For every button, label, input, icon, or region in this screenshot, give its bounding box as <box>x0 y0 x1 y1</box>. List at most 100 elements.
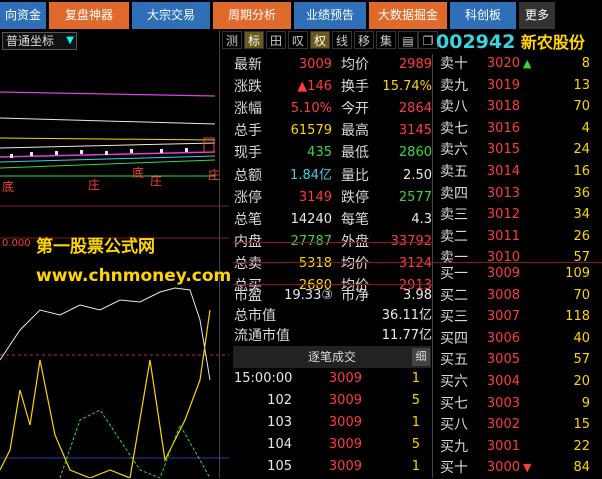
trade-volume: 5 <box>411 437 420 452</box>
axis-value-label: 0.000 <box>2 238 31 249</box>
tab-fund-flow[interactable]: 向资金 <box>0 2 46 29</box>
detail-button[interactable]: 细 <box>412 348 430 366</box>
quote-value: 2860 <box>398 145 432 161</box>
watermark-title: 第一股票公式网 <box>36 237 155 257</box>
quote-label: 跌停 <box>341 189 369 206</box>
order-label: 买二 <box>440 287 468 304</box>
tab-more[interactable]: 更多 <box>519 2 555 29</box>
quote-label: 总卖 <box>234 255 262 272</box>
order-volume: 22 <box>573 438 590 454</box>
tool-mark-button[interactable]: 标 <box>244 31 264 49</box>
tool-overlay-button[interactable]: 叹 <box>288 31 308 49</box>
quote-value: 1.84亿 <box>290 167 332 183</box>
order-volume: 16 <box>573 164 590 179</box>
valuation-label: 流通市值 <box>234 328 290 344</box>
tool-set-button[interactable]: 集 <box>376 31 396 49</box>
trade-volume: 1 <box>411 459 420 474</box>
quote-label: 最低 <box>341 145 369 162</box>
quote-value: 15.74% <box>382 79 432 95</box>
tool-grid-button[interactable]: 田 <box>266 31 286 49</box>
order-price: 3007 <box>486 309 520 325</box>
order-volume: 8 <box>581 56 590 71</box>
row-divider <box>233 284 432 285</box>
order-price: 3012 <box>486 207 520 223</box>
divider <box>219 30 220 478</box>
order-volume: 118 <box>565 309 590 325</box>
valuation-label: 总市值 <box>234 308 276 324</box>
trade-price: 3009 <box>328 459 362 474</box>
order-volume: 36 <box>573 185 590 201</box>
tool-rights-button[interactable]: 权 <box>310 31 330 49</box>
tool-line-button[interactable]: 线 <box>332 31 352 49</box>
trade-price: 3009 <box>328 393 362 408</box>
quote-value: 5318 <box>298 255 332 271</box>
order-volume: 34 <box>573 207 590 223</box>
tab-big-data[interactable]: 大数据掘金 <box>369 2 447 29</box>
chart-marker-label: 庄 <box>88 178 101 192</box>
order-label: 买八 <box>440 417 468 434</box>
order-price: 3008 <box>486 287 520 303</box>
coord-select[interactable]: 普通坐标 ▼ <box>2 32 77 50</box>
order-volume: 9 <box>581 395 590 411</box>
order-price: 3016 <box>486 120 520 136</box>
order-volume: 57 <box>573 352 590 368</box>
order-price: 3013 <box>486 185 520 201</box>
order-volume: 20 <box>573 374 590 389</box>
trade-list-title: 逐笔成交 <box>307 350 356 364</box>
order-volume: 15 <box>573 417 590 433</box>
chart-marker-label: 底 <box>132 166 145 180</box>
save-icon[interactable]: ▤ <box>398 31 418 49</box>
trade-time: 103 <box>267 415 292 430</box>
order-price: 3002 <box>486 417 520 433</box>
quote-label: 总手 <box>234 123 262 140</box>
quote-label: 涨停 <box>234 189 262 206</box>
stock-name: 新农股份 <box>520 33 585 52</box>
valuation-value: 36.11亿 <box>381 308 432 323</box>
trade-volume: 1 <box>411 371 420 386</box>
quote-label: 今开 <box>341 101 369 118</box>
order-label: 买一 <box>440 266 468 282</box>
quote-value: 2.50 <box>403 167 432 183</box>
window-icon[interactable]: ❐ <box>418 31 438 49</box>
order-label: 卖八 <box>440 99 468 116</box>
order-label: 卖十 <box>440 56 468 72</box>
order-price: 3019 <box>486 77 520 93</box>
order-volume: 84 <box>573 460 590 476</box>
trend-arrow-icon: ▼ <box>523 461 532 475</box>
quote-value: ▲146 <box>297 79 332 95</box>
tab-earnings-preview[interactable]: 业绩预告 <box>294 2 366 29</box>
quote-label: 现手 <box>234 145 262 162</box>
order-price: 3004 <box>486 374 520 389</box>
row-divider <box>233 262 432 263</box>
tool-measure-button[interactable]: 测 <box>222 31 242 49</box>
tab-block-trade[interactable]: 大宗交易 <box>132 2 210 29</box>
tab-cycle-analysis[interactable]: 周期分析 <box>213 2 291 29</box>
chart-toolbar: 普通坐标 ▼ <box>0 30 229 50</box>
order-label: 卖九 <box>440 77 468 94</box>
quote-label: 总额 <box>234 167 262 184</box>
dropdown-arrow-icon: ▼ <box>66 35 74 46</box>
trade-time: 105 <box>267 459 292 474</box>
quote-value: 3009 <box>298 57 332 72</box>
order-price: 3011 <box>486 228 520 244</box>
tool-move-button[interactable]: 移 <box>354 31 374 49</box>
order-price: 3020 <box>486 56 520 71</box>
quote-label: 涨跌 <box>234 79 262 96</box>
trade-time: 104 <box>267 437 292 452</box>
quote-value: 5.10% <box>290 101 332 117</box>
quote-label: 换手 <box>341 79 369 96</box>
order-volume: 26 <box>573 228 590 244</box>
order-price: 3015 <box>486 142 520 158</box>
order-volume: 109 <box>565 266 590 281</box>
tool-buttons: 测 标 田 叹 权 线 移 集 ▤ ❐ <box>220 30 438 50</box>
tab-star-market[interactable]: 科创板 <box>450 2 516 29</box>
quote-value: 14240 <box>290 211 332 227</box>
trade-price: 3009 <box>328 371 362 386</box>
tab-replay[interactable]: 复盘神器 <box>49 2 129 29</box>
order-price: 3001 <box>486 438 520 454</box>
order-label: 卖二 <box>440 228 468 245</box>
trade-price: 3009 <box>328 415 362 430</box>
valuation-label: 市盈 <box>234 288 262 304</box>
order-label: 卖四 <box>440 185 468 202</box>
trade-volume: 5 <box>411 393 420 408</box>
